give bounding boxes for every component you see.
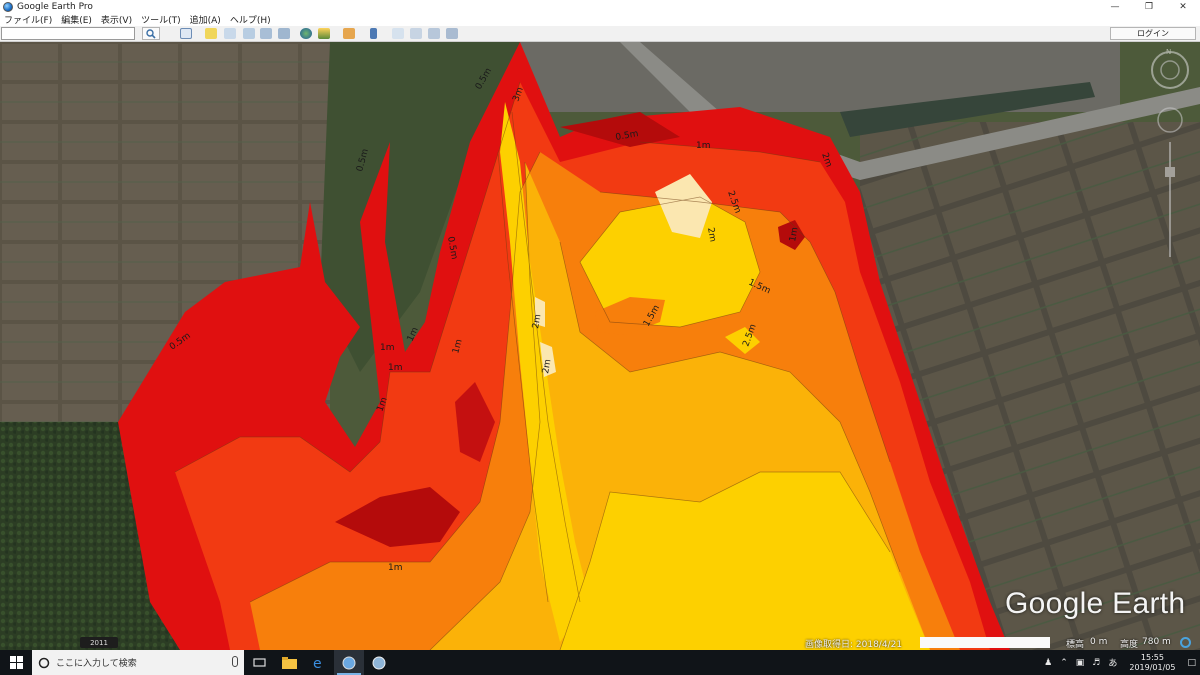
sunlight-icon[interactable] — [318, 28, 330, 39]
save-image-icon[interactable] — [428, 28, 440, 39]
path-icon[interactable] — [243, 28, 255, 39]
north-icon: N — [1166, 48, 1171, 56]
taskbar-google-earth-2[interactable] — [364, 650, 394, 675]
clock-date: 2019/01/05 — [1129, 662, 1176, 672]
contour-label: 1m — [380, 343, 395, 353]
menu-view[interactable]: 表示(V) — [101, 13, 132, 26]
cortana-icon — [38, 657, 50, 668]
search-icon — [146, 28, 156, 39]
search-button[interactable] — [142, 27, 160, 40]
minimize-button[interactable]: — — [1098, 0, 1132, 13]
window-controls: — ❐ ✕ — [1098, 0, 1200, 13]
elevation-value: 0 m — [1090, 637, 1108, 647]
menu-add[interactable]: 追加(A) — [190, 13, 221, 26]
ruler-icon[interactable] — [370, 28, 377, 39]
google-earth-icon — [342, 656, 356, 669]
menu-bar: ファイル(F) 編集(E) 表示(V) ツール(T) 追加(A) ヘルプ(H) — [0, 13, 1200, 26]
folder-icon — [281, 656, 297, 669]
ime-indicator[interactable]: あ — [1108, 656, 1117, 669]
login-button[interactable]: ログイン — [1110, 27, 1196, 40]
menu-edit[interactable]: 編集(E) — [61, 13, 92, 26]
taskbar-clock[interactable]: 15:55 2019/01/05 — [1129, 653, 1175, 673]
polygon-icon[interactable] — [224, 28, 236, 39]
action-center-icon[interactable]: □ — [1187, 658, 1196, 668]
title-bar: Google Earth Pro — ❐ ✕ — [0, 0, 1200, 13]
taskbar-google-earth[interactable] — [334, 650, 364, 675]
contour-label: 1m — [388, 563, 403, 573]
view-in-maps-icon[interactable] — [446, 28, 458, 39]
placemark-icon[interactable] — [205, 28, 217, 39]
look-joystick-icon[interactable] — [1160, 60, 1180, 80]
search-input[interactable] — [1, 27, 135, 40]
compass-ring-icon[interactable] — [1151, 51, 1189, 89]
taskbar-edge[interactable]: e — [304, 650, 334, 675]
menu-help[interactable]: ヘルプ(H) — [230, 13, 271, 26]
people-icon[interactable]: ♟ — [1044, 658, 1052, 668]
volume-icon[interactable]: ♬ — [1092, 658, 1100, 668]
close-button[interactable]: ✕ — [1166, 0, 1200, 13]
taskbar-search-box[interactable]: ここに入力して検索 — [32, 650, 244, 675]
historical-imagery-icon[interactable] — [300, 28, 312, 39]
map-canvas: 0.5m 0.5m 0.5m 0.5m 0.5m 1m 1m 1m 1m 1m … — [0, 42, 1200, 650]
toolbar: ログイン — [0, 26, 1200, 42]
elevation-label: 標高 — [1066, 640, 1085, 650]
clock-time: 15:55 — [1140, 652, 1164, 662]
zoom-slider-handle[interactable] — [1165, 167, 1175, 177]
historical-year-tag[interactable]: 2011 — [80, 637, 118, 648]
windows-logo-icon — [9, 656, 23, 669]
google-earth-app-icon — [3, 1, 13, 12]
start-button[interactable] — [0, 650, 32, 675]
task-view-button[interactable] — [244, 650, 274, 675]
map-view[interactable]: 0.5m 0.5m 0.5m 0.5m 0.5m 1m 1m 1m 1m 1m … — [0, 42, 1200, 650]
maximize-button[interactable]: ❐ — [1132, 0, 1166, 13]
email-icon[interactable] — [392, 28, 404, 39]
altitude-value: 780 m — [1142, 637, 1171, 647]
google-earth-logo: Google Earth — [1005, 587, 1186, 620]
network-icon[interactable]: ▣ — [1076, 658, 1085, 668]
globe-icon — [372, 656, 386, 669]
window-title: Google Earth Pro — [17, 1, 93, 12]
altitude-label: 高度 — [1120, 640, 1139, 650]
taskbar-explorer[interactable] — [274, 650, 304, 675]
sidebar-toggle-icon[interactable] — [180, 28, 192, 39]
system-tray: ♟ ⌃ ▣ ♬ あ 15:55 2019/01/05 □ — [1040, 650, 1200, 675]
microphone-icon[interactable] — [232, 656, 238, 667]
record-tour-icon[interactable] — [278, 28, 290, 39]
taskbar-search-placeholder: ここに入力して検索 — [56, 659, 137, 669]
image-overlay-icon[interactable] — [260, 28, 272, 39]
contour-label: 1m — [388, 363, 403, 373]
print-icon[interactable] — [410, 28, 422, 39]
menu-file[interactable]: ファイル(F) — [4, 13, 52, 26]
imagery-date: 画像取得日: 2018/4/21 — [805, 640, 903, 650]
planets-icon[interactable] — [343, 28, 355, 39]
streaming-status-icon — [1180, 637, 1191, 648]
task-view-icon — [252, 658, 266, 667]
contour-label: 1m — [696, 141, 711, 151]
status-bar: 2011 画像取得日: 2018/4/21 標高 0 m 高度 780 m — [0, 636, 1200, 650]
edge-icon: e — [313, 656, 322, 670]
menu-tools[interactable]: ツール(T) — [141, 13, 181, 26]
show-hidden-icons-icon[interactable]: ⌃ — [1060, 658, 1068, 668]
windows-taskbar: ここに入力して検索 e ♟ ⌃ ▣ ♬ あ 15:55 2019/01/05 □ — [0, 650, 1200, 675]
status-empty-field — [920, 637, 1050, 648]
svg-text:e: e — [313, 656, 322, 670]
